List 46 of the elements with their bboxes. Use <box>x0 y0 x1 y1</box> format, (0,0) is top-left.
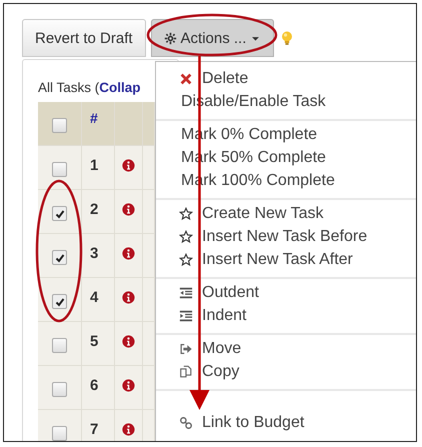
row-number: 2 <box>90 201 98 218</box>
menu-item[interactable]: Move <box>156 337 416 360</box>
star-icon <box>179 206 193 220</box>
close-icon <box>179 72 193 86</box>
star-icon <box>179 252 193 266</box>
menu-item[interactable]: Create New Task <box>156 202 416 225</box>
menu-item[interactable]: Copy <box>156 360 416 383</box>
gear-icon <box>164 32 177 44</box>
info-icon <box>122 335 135 348</box>
menu-item[interactable]: Indent <box>156 304 416 327</box>
collapse-link[interactable]: Collap <box>99 80 141 95</box>
menu-item[interactable]: Link to Budget <box>156 411 416 434</box>
checkbox[interactable] <box>52 338 67 353</box>
checkbox[interactable] <box>52 294 67 309</box>
info-icon <box>122 203 135 216</box>
menu-item[interactable]: Outdent <box>156 281 416 304</box>
menu-item[interactable]: Delete <box>156 67 416 90</box>
actions-dropdown-button[interactable]: Actions ... <box>150 19 274 57</box>
menu-item[interactable]: Insert New Task After <box>156 248 416 271</box>
info-icon <box>122 247 135 260</box>
checkbox[interactable] <box>52 382 67 397</box>
checkbox[interactable] <box>52 250 67 265</box>
checkbox[interactable] <box>52 118 67 133</box>
row-number: 4 <box>90 289 98 306</box>
arrow-exit-icon <box>179 342 193 356</box>
copy-icon <box>179 364 193 378</box>
star-icon <box>179 230 193 244</box>
toolbar-button[interactable]: Revert to Draft <box>22 19 146 57</box>
menu-item[interactable]: Insert New Task Before <box>156 225 416 248</box>
info-icon <box>122 291 135 304</box>
info-icon <box>122 159 135 172</box>
checkbox[interactable] <box>52 206 67 221</box>
all-tasks-label: All Tasks ( <box>38 80 100 95</box>
column-header[interactable]: # <box>90 110 98 126</box>
row-number: 3 <box>90 245 98 262</box>
outdent-icon <box>179 286 193 300</box>
info-icon <box>122 423 135 436</box>
checkbox[interactable] <box>52 426 67 441</box>
link-icon <box>179 416 193 430</box>
indent-icon <box>179 308 193 322</box>
row-number: 1 <box>90 157 98 174</box>
row-number: 7 <box>90 421 98 438</box>
info-icon <box>122 379 135 392</box>
checkbox[interactable] <box>52 162 67 177</box>
row-number: 6 <box>90 377 98 394</box>
row-number: 5 <box>90 333 98 350</box>
